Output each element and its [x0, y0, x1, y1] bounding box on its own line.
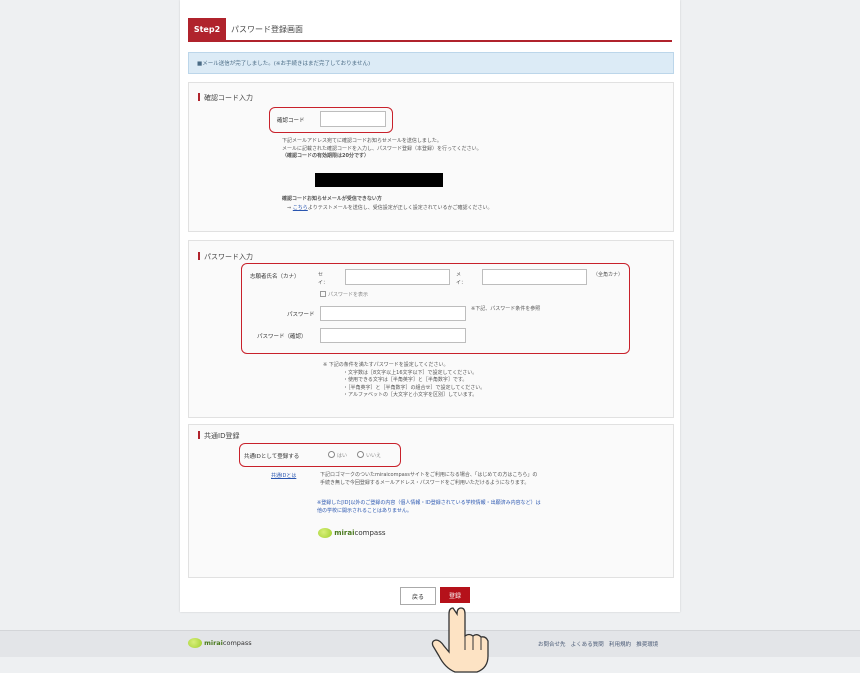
- password-heading: パスワード入力: [198, 252, 253, 262]
- confirm-code-description: 下記メールアドレス宛てに確認コードお知らせメールを送信しました。 メールに記載さ…: [282, 138, 662, 161]
- back-button[interactable]: 戻る: [400, 587, 436, 605]
- test-mail-desc: よりテストメールを送信し、受信設定が正しく設定されているかご確認ください。: [307, 205, 493, 211]
- warning-line-1: ※登録した[ID]以外のご登録の内容（個人情報・ID登録されている学校情報・出願…: [317, 500, 541, 506]
- shared-id-about-text: 下記ロゴマークのついたmiraicompassサイトをご利用になる場合、「はじめ…: [320, 472, 660, 487]
- radio-yes[interactable]: [328, 451, 335, 458]
- shared-id-about-link[interactable]: 共通IDとは: [271, 473, 296, 481]
- rule-line: ・［半角英字］と［半角数字］の組合せ］で設定してください。: [343, 384, 486, 391]
- show-password-checkbox[interactable]: [320, 291, 326, 297]
- register-button[interactable]: 登録: [440, 587, 470, 603]
- password-heading-text: パスワード入力: [204, 253, 253, 261]
- footer-link-faq[interactable]: よくある質問: [571, 642, 604, 648]
- shared-id-yes-option[interactable]: はい: [328, 451, 347, 461]
- miraicompass-logo-icon: [318, 528, 332, 538]
- about-line-1: 下記ロゴマークのついたmiraicompassサイトをご利用になる場合、「はじめ…: [320, 472, 538, 478]
- shared-id-register-label: 共通IDとして登録する: [244, 454, 300, 460]
- notice-text: ■メール送信が完了しました。(※お手続きはまだ完了しておりません): [197, 61, 371, 67]
- confirm-code-label: 確認コード: [277, 118, 305, 124]
- footer-link-terms[interactable]: 利用規約: [609, 642, 631, 648]
- confirm-code-heading-text: 確認コード入力: [204, 94, 253, 102]
- password-label: パスワード: [287, 312, 315, 318]
- confirm-code-input[interactable]: [320, 111, 386, 127]
- section-marker: [198, 252, 200, 260]
- redacted-email: [315, 173, 443, 187]
- footer-link-contact[interactable]: お問合せ先: [538, 642, 566, 648]
- password-note: ※下記、パスワード条件を参照: [471, 306, 541, 312]
- shared-id-heading-text: 共通ID登録: [204, 432, 240, 440]
- pointing-hand-icon: [431, 607, 489, 673]
- sei-input[interactable]: [345, 269, 450, 285]
- password-confirm-input[interactable]: [320, 328, 466, 343]
- rule-line: ※ 下記の条件を満たすパスワードを設定してください。: [323, 362, 449, 368]
- notice-banner: ■メール送信が完了しました。(※お手続きはまだ完了しておりません): [188, 52, 674, 74]
- footer-link-environment[interactable]: 推奨環境: [636, 642, 658, 648]
- shared-id-warning: ※登録した[ID]以外のご登録の内容（個人情報・ID登録されている学校情報・出願…: [317, 500, 657, 515]
- page-title: パスワード登録画面: [231, 25, 303, 34]
- password-input[interactable]: [320, 306, 466, 321]
- section-marker: [198, 93, 200, 101]
- show-password-label: パスワードを表示: [328, 292, 369, 298]
- about-line-2: 手続き無しで今回登録するメールアドレス・パスワードをご利用いただけるようになりま…: [320, 479, 530, 486]
- not-received-text: 確認コードお知らせメールが受信できない方: [282, 196, 382, 202]
- desc-line-1: 下記メールアドレス宛てに確認コードお知らせメールを送信しました。: [282, 138, 442, 144]
- shared-id-no-option[interactable]: いいえ: [357, 451, 381, 461]
- radio-yes-label: はい: [337, 453, 348, 459]
- confirm-code-heading: 確認コード入力: [198, 93, 253, 103]
- radio-no[interactable]: [357, 451, 364, 458]
- desc-line-3: （確認コードの有効期限は20分です）: [282, 153, 369, 159]
- footer-logo-icon: [188, 638, 202, 648]
- rule-line: ・アルファベットの［大文字と小文字を区別］しています。: [343, 392, 478, 398]
- miraicompass-logo: miraicompass: [318, 528, 386, 538]
- password-confirm-label: パスワード（確認）: [257, 334, 307, 340]
- radio-no-label: いいえ: [366, 453, 382, 459]
- shared-id-heading: 共通ID登録: [198, 431, 239, 441]
- desc-line-2: メールに記載された確認コードを入力し、パスワード登録（本登録）を行ってください。: [282, 145, 482, 152]
- sei-label: セイ：: [318, 272, 329, 286]
- warning-line-2: 他の学校に開示されることはありません。: [317, 507, 412, 514]
- footer-links: お問合せ先 よくある質問 利用規約 推奨環境: [538, 640, 658, 648]
- test-mail-link[interactable]: こちら: [293, 205, 308, 211]
- show-password-option[interactable]: パスワードを表示: [320, 291, 368, 300]
- test-mail-line: ⇒ こちらよりテストメールを送信し、受信設定が正しく設定されているかご確認くださ…: [287, 205, 493, 211]
- name-kana-label: 志願者氏名（カナ）: [250, 274, 300, 280]
- section-marker: [198, 431, 200, 439]
- password-rules: ※ 下記の条件を満たすパスワードを設定してください。 ・文字数は［8文字以上16…: [323, 362, 663, 400]
- mei-input[interactable]: [482, 269, 587, 285]
- rule-line: ・文字数は［8文字以上16文字以下］で設定してください。: [343, 369, 478, 376]
- mei-label: メイ：: [456, 272, 467, 286]
- rule-line: ・使用できる文字は［半角英字］と［半角数字］です。: [343, 377, 468, 383]
- step-badge: Step2: [188, 18, 226, 40]
- kana-note: （全角カナ）: [593, 272, 624, 278]
- footer-logo: miraicompass: [188, 638, 252, 648]
